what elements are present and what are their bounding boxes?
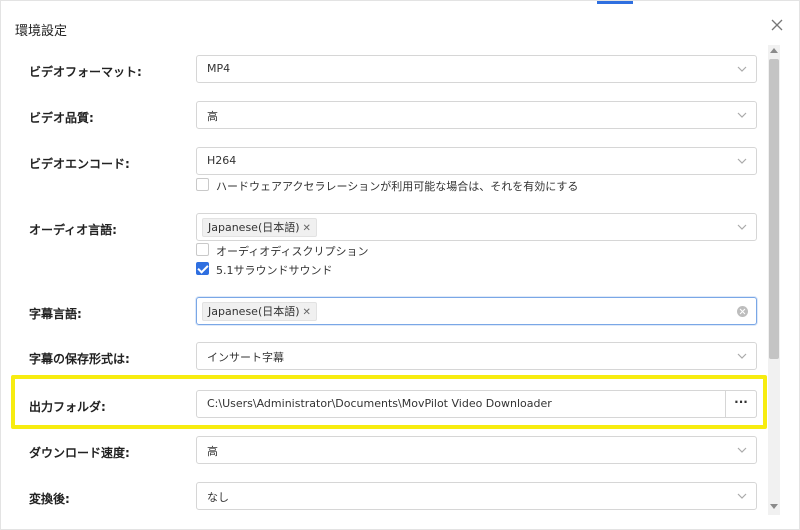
video-codec-value: H264 bbox=[207, 154, 237, 167]
video-codec-select[interactable]: H264 bbox=[196, 147, 757, 175]
audio-language-label: オーディオ言語: bbox=[29, 223, 117, 237]
output-folder-input[interactable]: C:\Users\Administrator\Documents\MovPilo… bbox=[196, 390, 757, 418]
subtitle-language-select[interactable]: Japanese(日本語) ✕ bbox=[196, 297, 757, 325]
subtitle-language-tag: Japanese(日本語) ✕ bbox=[202, 302, 317, 321]
subtitle-format-label: 字幕の保存形式は: bbox=[29, 352, 130, 366]
audio-language-tag-text: Japanese(日本語) bbox=[208, 221, 300, 234]
audio-description-label: オーディオディスクリプション bbox=[216, 245, 369, 258]
chevron-down-icon bbox=[737, 112, 747, 118]
audio-language-select[interactable]: Japanese(日本語) ✕ bbox=[196, 213, 757, 241]
after-convert-value: なし bbox=[207, 491, 229, 504]
chevron-down-icon bbox=[737, 353, 747, 359]
download-speed-label: ダウンロード速度: bbox=[29, 446, 130, 460]
tag-remove-icon[interactable]: ✕ bbox=[303, 307, 311, 318]
clear-icon[interactable] bbox=[737, 306, 748, 317]
subtitle-language-label: 字幕言語: bbox=[29, 307, 82, 321]
chevron-down-icon bbox=[737, 158, 747, 164]
video-codec-label: ビデオエンコード: bbox=[29, 157, 130, 171]
chevron-down-icon bbox=[737, 66, 747, 72]
video-format-label: ビデオフォーマット: bbox=[29, 65, 142, 79]
audio-language-tag: Japanese(日本語) ✕ bbox=[202, 218, 317, 237]
video-format-value: MP4 bbox=[207, 62, 231, 75]
scroll-up-arrow-icon[interactable] bbox=[770, 48, 778, 53]
scroll-down-arrow-icon[interactable] bbox=[770, 504, 778, 509]
surround-checkbox[interactable] bbox=[196, 262, 209, 275]
after-convert-label: 変換後: bbox=[29, 492, 70, 506]
download-speed-select[interactable]: 高 bbox=[196, 436, 757, 464]
chevron-down-icon bbox=[737, 447, 747, 453]
dialog-title: 環境設定 bbox=[15, 24, 68, 39]
subtitle-format-value: インサート字幕 bbox=[207, 351, 284, 364]
hw-accel-label: ハードウェアアクセラレーションが利用可能な場合は、それを有効にする bbox=[216, 180, 579, 193]
hw-accel-checkbox[interactable] bbox=[196, 178, 209, 191]
chevron-down-icon bbox=[737, 493, 747, 499]
after-convert-select[interactable]: なし bbox=[196, 482, 757, 510]
audio-description-checkbox[interactable] bbox=[196, 243, 209, 256]
surround-label: 5.1サラウンドサウンド bbox=[216, 264, 333, 277]
close-icon[interactable] bbox=[767, 15, 787, 35]
tag-remove-icon[interactable]: ✕ bbox=[303, 223, 311, 234]
preferences-dialog: 環境設定 ビデオフォーマット: MP4 ビデオ品質: 高 ビデオエンコード: H… bbox=[0, 0, 800, 530]
video-quality-select[interactable]: 高 bbox=[196, 101, 757, 129]
chevron-down-icon bbox=[737, 224, 747, 230]
subtitle-format-select[interactable]: インサート字幕 bbox=[196, 342, 757, 370]
video-format-select[interactable]: MP4 bbox=[196, 55, 757, 83]
browse-folder-button[interactable]: ··· bbox=[725, 390, 757, 418]
output-folder-label: 出力フォルダ: bbox=[29, 400, 106, 414]
subtitle-language-tag-text: Japanese(日本語) bbox=[208, 305, 300, 318]
top-accent-strip bbox=[597, 1, 633, 4]
scrollbar-thumb[interactable] bbox=[769, 59, 779, 359]
output-folder-path: C:\Users\Administrator\Documents\MovPilo… bbox=[207, 397, 552, 410]
download-speed-value: 高 bbox=[207, 445, 218, 458]
video-quality-value: 高 bbox=[207, 110, 218, 123]
video-quality-label: ビデオ品質: bbox=[29, 111, 94, 125]
